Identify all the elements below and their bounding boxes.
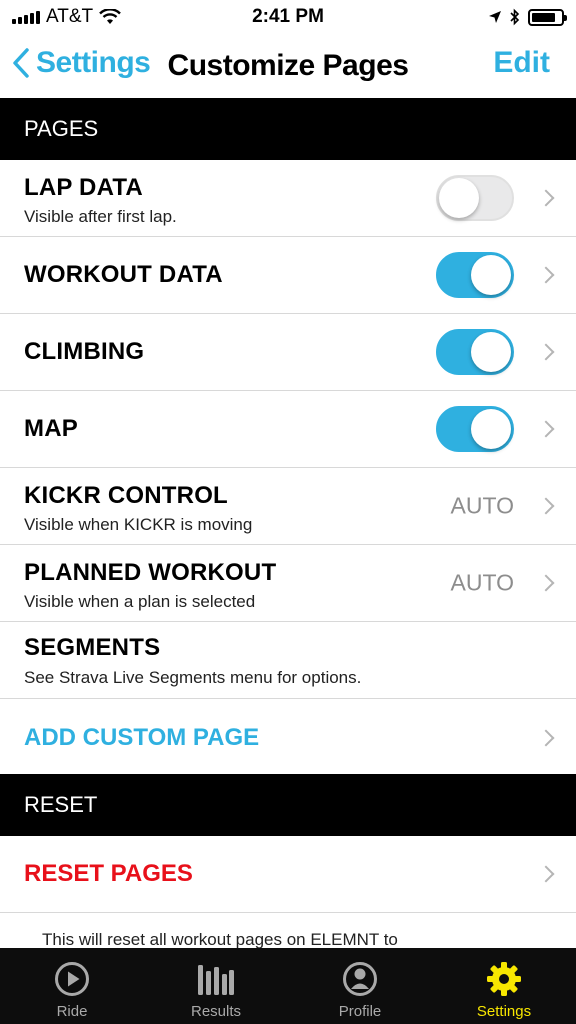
page-subtitle-label: Visible when a plan is selected [24, 592, 256, 611]
reset-note: This will reset all workout pages on ELE… [42, 930, 398, 949]
signal-icon [12, 10, 40, 24]
tab-label: Settings [476, 1003, 532, 1020]
chevron-right-icon [537, 420, 555, 438]
page-row-segments: SEGMENTS See Strava Live Segments menu f… [0, 622, 576, 699]
bluetooth-icon [510, 8, 520, 26]
page-title-label: WORKOUT DATA [24, 261, 223, 288]
profile-icon [340, 959, 380, 999]
page-title-label: KICKR CONTROL [24, 482, 228, 509]
page-subtitle-label: Visible when KICKR is moving [24, 515, 253, 534]
play-circle-icon [52, 959, 92, 999]
location-arrow-icon [489, 11, 501, 23]
back-button[interactable]: Settings [12, 46, 151, 80]
page-title-label: CLIMBING [24, 338, 145, 365]
map-toggle[interactable] [436, 406, 514, 452]
page-subtitle-label: Visible after first lap. [24, 207, 177, 226]
status-bar: AT&T 2:41 PM [0, 0, 576, 34]
chevron-right-icon [537, 865, 555, 883]
page-row-lap-data[interactable]: LAP DATA Visible after first lap. [0, 160, 576, 237]
gear-icon [484, 959, 524, 999]
bar-chart-icon [196, 959, 236, 999]
wifi-icon [99, 9, 122, 24]
chevron-right-icon [537, 266, 555, 284]
page-row-map[interactable]: MAP [0, 391, 576, 468]
tab-results[interactable]: Results [144, 948, 288, 1024]
tab-profile[interactable]: Profile [288, 948, 432, 1024]
back-button-label: Settings [36, 46, 151, 79]
page-subtitle-label: See Strava Live Segments menu for option… [24, 668, 362, 687]
tab-label: Profile [338, 1003, 382, 1020]
status-left: AT&T [12, 6, 122, 28]
tab-settings[interactable]: Settings [432, 948, 576, 1024]
section-header-reset: RESET [0, 774, 576, 836]
page-row-workout-data[interactable]: WORKOUT DATA [0, 237, 576, 314]
edit-button[interactable]: Edit [493, 46, 550, 80]
visibility-value: AUTO [450, 569, 514, 596]
battery-icon [528, 8, 567, 26]
tab-label: Results [190, 1003, 242, 1020]
visibility-value: AUTO [450, 492, 514, 519]
reset-pages-row[interactable]: RESET PAGES [0, 836, 576, 913]
page-title-label: LAP DATA [24, 174, 143, 201]
workout-data-toggle[interactable] [436, 252, 514, 298]
section-header-pages: PAGES [0, 98, 576, 160]
chevron-right-icon [537, 189, 555, 207]
carrier-label: AT&T [46, 6, 94, 27]
chevron-left-icon [13, 48, 29, 78]
chevron-right-icon [537, 343, 555, 361]
page-row-climbing[interactable]: CLIMBING [0, 314, 576, 391]
lap-data-toggle[interactable] [436, 175, 514, 221]
page-title: Customize Pages [167, 49, 409, 82]
page-title-label: PLANNED WORKOUT [24, 559, 277, 586]
chevron-right-icon [537, 729, 555, 746]
tab-ride[interactable]: Ride [0, 948, 144, 1024]
reset-pages-label: RESET PAGES [24, 860, 193, 887]
tab-label: Ride [56, 1003, 88, 1020]
page-row-planned-workout[interactable]: PLANNED WORKOUT Visible when a plan is s… [0, 545, 576, 622]
chevron-right-icon [537, 497, 555, 515]
chevron-right-icon [537, 574, 555, 592]
tab-bar: Ride Results Profile Settings [0, 948, 576, 1024]
page-title-label: MAP [24, 415, 78, 442]
page-row-kickr-control[interactable]: KICKR CONTROL Visible when KICKR is movi… [0, 468, 576, 545]
add-custom-page-label: ADD CUSTOM PAGE [24, 723, 260, 751]
climbing-toggle[interactable] [436, 329, 514, 375]
add-custom-page-row[interactable]: ADD CUSTOM PAGE [0, 699, 576, 776]
navigation-bar: Settings Customize Pages Edit [0, 34, 576, 98]
page-title-label: SEGMENTS [24, 634, 161, 661]
status-right [488, 8, 567, 26]
